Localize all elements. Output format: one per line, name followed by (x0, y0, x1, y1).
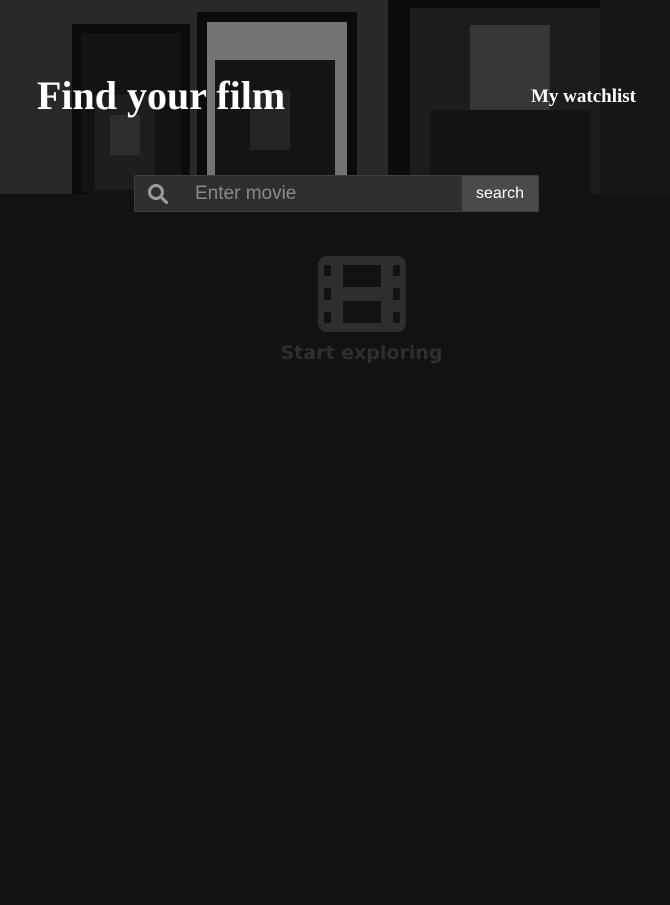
search-input[interactable] (181, 176, 462, 211)
page-title: Find your film (37, 73, 286, 118)
hero-header: Find your film My watchlist (0, 0, 670, 194)
search-bar: search (134, 175, 539, 212)
empty-state-message: Start exploring (280, 342, 443, 364)
search-icon (135, 176, 181, 211)
empty-state: Start exploring (0, 256, 670, 364)
film-icon (317, 256, 406, 332)
search-button[interactable]: search (462, 176, 538, 211)
my-watchlist-link[interactable]: My watchlist (531, 85, 636, 109)
